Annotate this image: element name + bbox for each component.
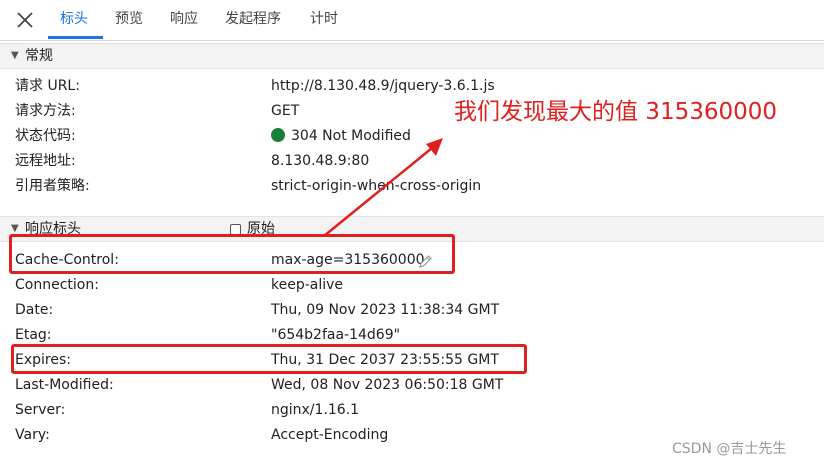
checkbox-icon[interactable] [230, 223, 241, 235]
header-key: Date: [15, 302, 54, 318]
general-section-title: 常规 [25, 48, 53, 64]
header-key: Cache-Control: [15, 252, 119, 268]
general-key: 请求 URL: [15, 78, 80, 94]
header-value: nginx/1.16.1 [271, 402, 360, 418]
header-key: Last-Modified: [15, 377, 114, 393]
header-row-expires: Expires: Thu, 31 Dec 2037 23:55:55 GMT [0, 348, 824, 373]
general-value: strict-origin-when-cross-origin [271, 178, 482, 194]
raw-checkbox[interactable]: 原始 [230, 217, 275, 241]
header-value: "654b2faa-14d69" [271, 327, 401, 343]
header-row-server: Server: nginx/1.16.1 [0, 398, 824, 423]
tab-preview[interactable]: 预览 [115, 0, 143, 40]
response-headers-title: 响应标头 [25, 221, 81, 237]
status-ok-icon [271, 128, 285, 142]
general-key: 请求方法: [15, 103, 76, 119]
general-section-header[interactable]: ▼ 常规 [0, 43, 824, 69]
response-headers-section-header[interactable]: ▼ 响应标头 原始 [0, 216, 824, 242]
general-value: 304 Not Modified [271, 124, 411, 149]
collapse-triangle-icon: ▼ [11, 50, 19, 61]
header-key: Connection: [15, 277, 99, 293]
header-value: Thu, 31 Dec 2037 23:55:55 GMT [271, 352, 499, 368]
raw-label: 原始 [247, 221, 275, 237]
tab-headers[interactable]: 标头 [60, 0, 88, 40]
header-value: max-age=315360000 [271, 252, 425, 268]
header-row-date: Date: Thu, 09 Nov 2023 11:38:34 GMT [0, 298, 824, 323]
annotation-text: 我们发现最大的值 315360000 [454, 99, 778, 125]
header-key: Server: [15, 402, 66, 418]
general-value: 8.130.48.9:80 [271, 153, 370, 169]
header-value: keep-alive [271, 277, 344, 293]
header-row-last-modified: Last-Modified: Wed, 08 Nov 2023 06:50:18… [0, 373, 824, 398]
active-tab-indicator [48, 36, 103, 39]
header-key: Expires: [15, 352, 71, 368]
watermark: CSDN @吉士先生 [672, 441, 787, 457]
header-row-connection: Connection: keep-alive [0, 273, 824, 298]
header-value: Thu, 09 Nov 2023 11:38:34 GMT [271, 302, 500, 318]
header-row-cache-control: Cache-Control: max-age=315360000 [0, 248, 824, 273]
devtools-tab-bar: 标头 预览 响应 发起程序 计时 [0, 0, 824, 41]
collapse-triangle-icon: ▼ [11, 223, 19, 234]
general-row-referrer: 引用者策略: strict-origin-when-cross-origin [0, 174, 824, 199]
general-value: GET [271, 103, 300, 119]
general-row-status: 状态代码: 304 Not Modified [0, 124, 824, 149]
header-key: Etag: [15, 327, 52, 343]
general-key: 状态代码: [15, 128, 76, 144]
header-value: Wed, 08 Nov 2023 06:50:18 GMT [271, 377, 504, 393]
tab-timing[interactable]: 计时 [310, 0, 338, 40]
tab-initiator[interactable]: 发起程序 [225, 0, 281, 40]
general-key: 远程地址: [15, 153, 76, 169]
general-key: 引用者策略: [15, 178, 90, 194]
general-row-remote: 远程地址: 8.130.48.9:80 [0, 149, 824, 174]
close-icon[interactable] [14, 9, 36, 31]
tab-response[interactable]: 响应 [170, 0, 198, 40]
header-key: Vary: [15, 427, 50, 443]
header-row-etag: Etag: "654b2faa-14d69" [0, 323, 824, 348]
status-code-text: 304 Not Modified [291, 128, 411, 144]
header-value: Accept-Encoding [271, 427, 389, 443]
